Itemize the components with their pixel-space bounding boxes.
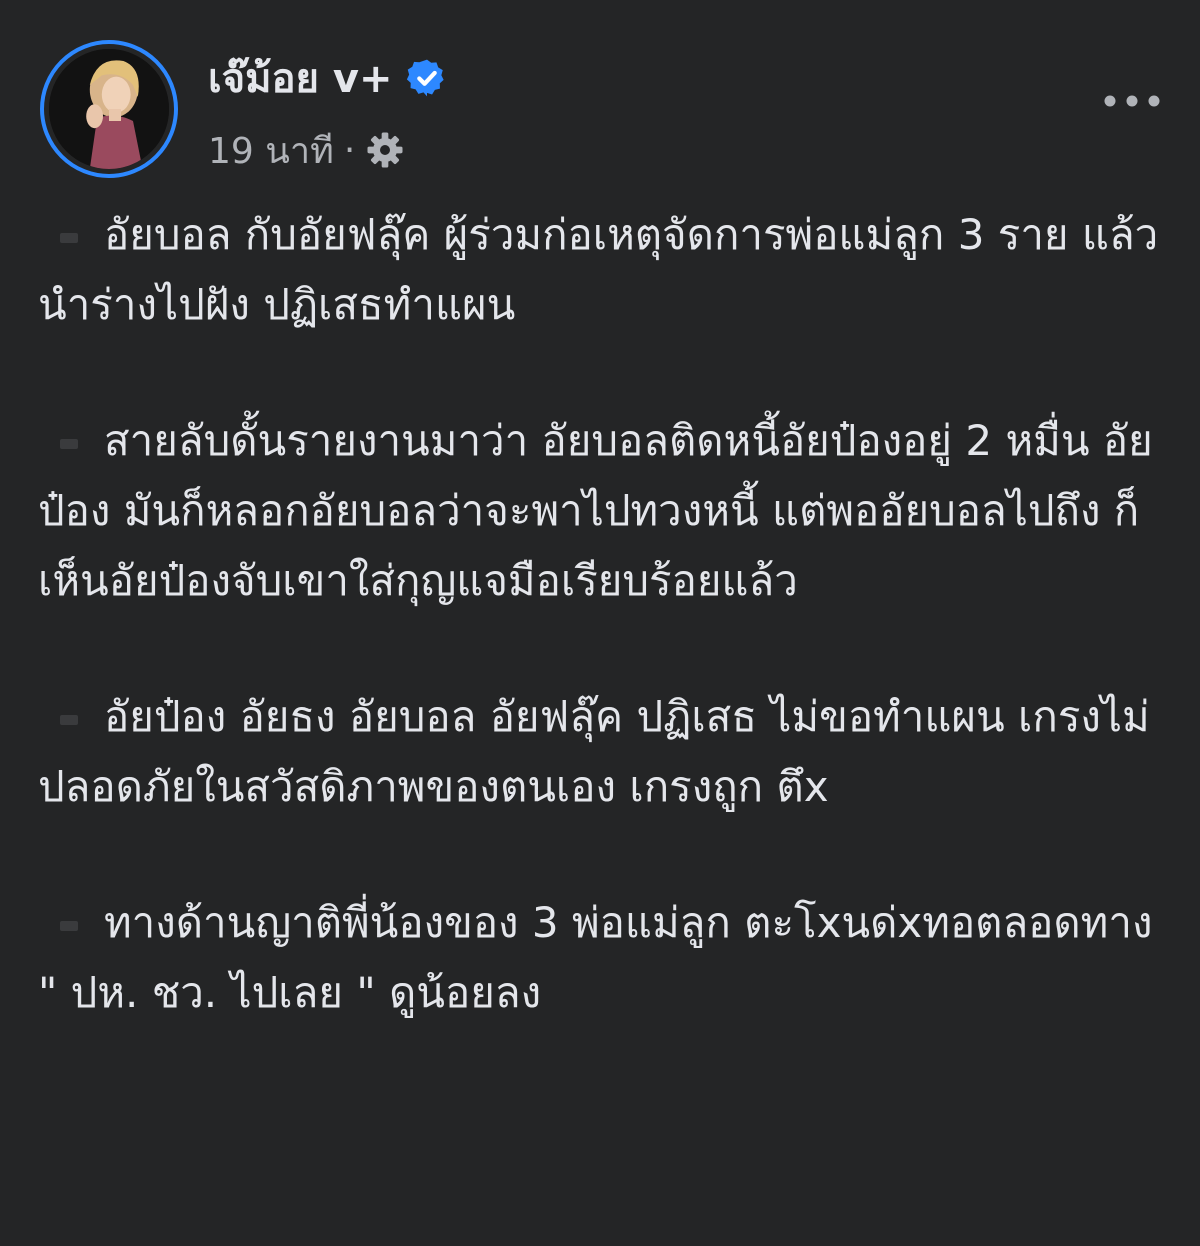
paragraph-text: สายลับดั้นรายงานมาว่า อัยบอลติดหนี้อัยป๋… (38, 416, 1153, 605)
avatar[interactable] (40, 40, 178, 178)
more-options-icon (1104, 95, 1160, 107)
meta-separator: · (343, 129, 356, 171)
post-paragraph: ทางด้านญาติพี่น้องของ 3 พ่อแม่ลูก ตะโxนด… (38, 888, 1178, 1028)
post-body: อัยบอล กับอัยฟลุ๊ค ผู้ร่วมก่อเหตุจัดการพ… (38, 200, 1178, 1094)
bullet-marker (60, 920, 78, 931)
bullet-marker (60, 232, 78, 243)
gear-icon[interactable] (365, 130, 405, 170)
post-timestamp[interactable]: 19 นาที (208, 122, 334, 179)
paragraph-text: อัยป๋อง อัยธง อัยบอล อัยฟลุ๊ค ปฏิเสธ ไม่… (38, 692, 1150, 811)
post-paragraph: อัยป๋อง อัยธง อัยบอล อัยฟลุ๊ค ปฏิเสธ ไม่… (38, 682, 1178, 822)
bullet-marker (60, 714, 78, 725)
paragraph-text: อัยบอล กับอัยฟลุ๊ค ผู้ร่วมก่อเหตุจัดการพ… (38, 210, 1159, 329)
post-paragraph: อัยบอล กับอัยฟลุ๊ค ผู้ร่วมก่อเหตุจัดการพ… (38, 200, 1178, 340)
verified-badge-icon (407, 59, 445, 97)
post-paragraph: สายลับดั้นรายงานมาว่า อัยบอลติดหนี้อัยป๋… (38, 406, 1178, 616)
bullet-marker (60, 438, 78, 449)
facebook-post: เจ๊ม้อย v+ 19 นาที · อัยบอล กับอัยฟลุ๊ค … (0, 0, 1200, 1246)
post-meta: 19 นาที · (208, 124, 405, 176)
author-name[interactable]: เจ๊ม้อย v+ (208, 46, 392, 110)
author-header: เจ๊ม้อย v+ (208, 48, 448, 108)
profile-picture (49, 49, 169, 169)
more-options-button[interactable] (1094, 78, 1170, 124)
paragraph-text: ทางด้านญาติพี่น้องของ 3 พ่อแม่ลูก ตะโxนด… (38, 898, 1153, 1017)
